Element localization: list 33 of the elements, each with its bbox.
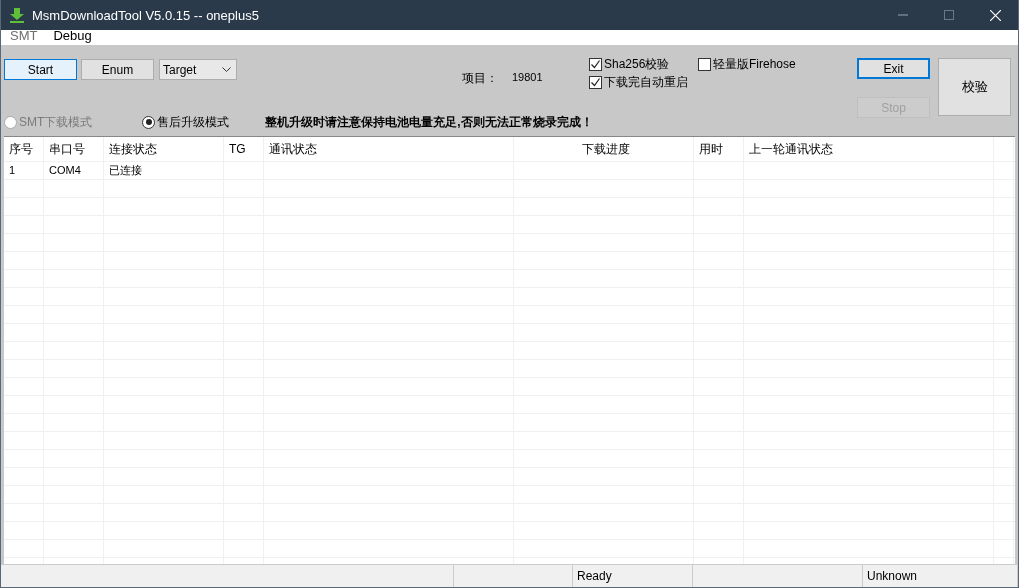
warning-text: 整机升级时请注意保持电池电量充足,否则无法正常烧录完成！ (265, 113, 593, 131)
download-icon (9, 7, 25, 23)
status-text: Ready (573, 565, 693, 587)
column-header[interactable]: 用时 (694, 137, 744, 161)
maximize-icon[interactable] (944, 10, 954, 20)
table-cell: 1 (4, 162, 44, 179)
exit-button[interactable]: Exit (857, 58, 930, 79)
table-cell: 已连接 (104, 162, 224, 179)
check-icon (590, 59, 601, 70)
button[interactable]: Start (4, 59, 77, 80)
target-dropdown[interactable]: Target (159, 59, 237, 80)
table-cell: COM4 (44, 162, 104, 179)
close-icon[interactable] (990, 9, 1001, 21)
column-header[interactable]: 通讯状态 (264, 137, 514, 161)
checkbox[interactable]: 下载完自动重启 (589, 75, 688, 90)
column-header[interactable]: TG (224, 137, 264, 161)
column-header[interactable]: 序号 (4, 137, 44, 161)
window-title: MsmDownloadTool V5.0.15 -- oneplus5 (32, 7, 259, 23)
caret-icon (222, 67, 231, 72)
checkbox[interactable]: 轻量版Firehose (698, 57, 796, 72)
status-text: Unknown (863, 565, 1018, 587)
radio-button[interactable]: 售后升级模式 (142, 113, 230, 131)
project-label: 项目： (462, 70, 498, 87)
button[interactable]: Enum (81, 59, 154, 80)
check-icon (590, 77, 601, 88)
column-header[interactable]: 串口号 (44, 137, 104, 161)
column-header[interactable]: 连接状态 (104, 137, 224, 161)
menu-item[interactable]: Debug (44, 30, 99, 42)
checkbox[interactable]: Sha256校验 (589, 57, 670, 72)
column-header[interactable]: 上一轮通讯状态 (744, 137, 994, 161)
column-header[interactable]: 下载进度 (514, 137, 694, 161)
verify-button[interactable]: 校验 (938, 58, 1011, 116)
project-value: 19801 (512, 70, 543, 85)
